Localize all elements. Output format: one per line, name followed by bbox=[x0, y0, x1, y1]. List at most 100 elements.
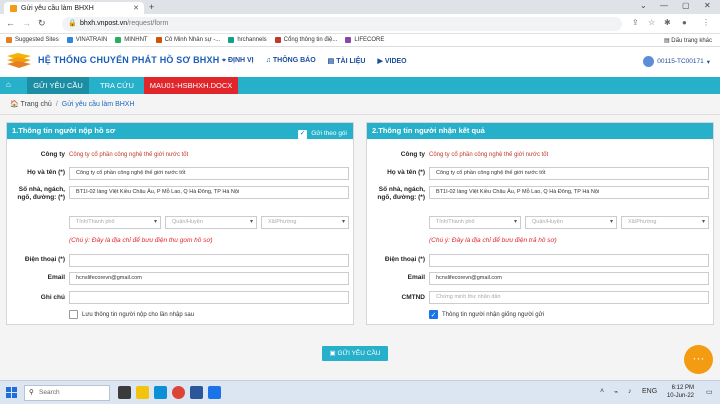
submit-request-button[interactable]: ▣ GỬI YÊU CẦU bbox=[322, 346, 388, 361]
company-value: Công ty cổ phần công nghệ thế giới nước … bbox=[429, 152, 549, 158]
province-select[interactable]: Tỉnh/Thành phố ▾ bbox=[69, 216, 161, 229]
windows-start-icon[interactable] bbox=[6, 387, 17, 398]
group-send-checkbox[interactable]: ✓ bbox=[298, 129, 308, 139]
email-field[interactable]: hcnslifecorevn@gmail.com bbox=[69, 272, 349, 285]
address-field[interactable]: BT1I-02 làng Việt Kiều Châu Âu, P Mỗ Lao… bbox=[69, 186, 349, 199]
province-placeholder: Tỉnh/Thành phố bbox=[76, 219, 115, 225]
email-field[interactable]: hcnslifecorevn@gmail.com bbox=[429, 272, 709, 285]
nav-notifications[interactable]: ♫ THÔNG BÁO bbox=[266, 57, 316, 65]
forward-icon[interactable]: → bbox=[22, 18, 31, 28]
back-icon[interactable]: ← bbox=[6, 18, 15, 28]
vnpost-logo-icon bbox=[7, 53, 31, 68]
word-icon[interactable] bbox=[190, 386, 203, 399]
ward-select[interactable]: Xã/Phường ▾ bbox=[261, 216, 349, 229]
bookmark-item[interactable]: hrchannels bbox=[228, 37, 267, 43]
file-explorer-icon[interactable] bbox=[136, 386, 149, 399]
address-bar-row: ← → ↻ 🔒 bhxh.vnpost.vn/request/form ⇪ ☆ … bbox=[0, 14, 720, 34]
tab-lookup[interactable]: TRA CỨU bbox=[91, 77, 143, 94]
bookmark-item[interactable]: VINATRAIN bbox=[66, 37, 108, 43]
same-as-sender-checkbox[interactable]: ✓ bbox=[429, 310, 438, 319]
bookmark-icon bbox=[228, 37, 235, 43]
email-label: Email bbox=[407, 274, 425, 281]
chat-icon[interactable]: ··· bbox=[684, 345, 713, 374]
tab-search-icon[interactable]: ⌄ bbox=[640, 1, 647, 10]
map-pin-icon: ⌖ bbox=[222, 57, 226, 64]
breadcrumb-home-label: Trang chủ bbox=[20, 101, 52, 108]
district-select[interactable]: Quận/Huyện ▾ bbox=[525, 216, 617, 229]
tab-send-request[interactable]: GỬI YÊU CẦU bbox=[27, 77, 89, 94]
group-send-toggle[interactable]: ✓ Gửi theo gói bbox=[298, 126, 347, 142]
save-info-checkbox[interactable] bbox=[69, 310, 78, 319]
id-number-field[interactable]: Chứng minh thư nhân dân bbox=[429, 291, 709, 304]
name-field[interactable]: Công ty cổ phần công nghệ thế giới nước … bbox=[429, 167, 709, 180]
network-icon[interactable]: ⌁ bbox=[614, 388, 618, 396]
user-menu[interactable]: 00115-TC00171 ▾ bbox=[643, 56, 710, 67]
volume-icon[interactable]: ♪ bbox=[628, 388, 632, 395]
chrome-icon[interactable] bbox=[172, 386, 185, 399]
province-placeholder: Tỉnh/Thành phố bbox=[436, 219, 475, 225]
clock-time: 6:12 PM bbox=[671, 385, 694, 391]
submit-label: GỬI YÊU CẦU bbox=[337, 350, 381, 357]
same-as-sender-toggle[interactable]: ✓ Thông tin người nhận giống người gửi bbox=[429, 310, 544, 319]
name-field[interactable]: Công ty cổ phần công nghệ thế giới nước … bbox=[69, 167, 349, 180]
zalo-icon[interactable] bbox=[208, 386, 221, 399]
bookmark-item[interactable]: LIFECORE bbox=[345, 37, 384, 43]
bookmark-item[interactable]: MINHNT bbox=[115, 37, 148, 43]
memo-field[interactable] bbox=[69, 291, 349, 304]
browser-tab[interactable]: Gửi yêu cầu làm BHXH ✕ bbox=[4, 2, 144, 14]
nav-label: TÀI LIỆU bbox=[336, 58, 366, 65]
share-icon[interactable]: ⇪ bbox=[632, 18, 639, 27]
phone-field[interactable] bbox=[69, 254, 349, 267]
profile-icon[interactable]: ● bbox=[682, 18, 687, 27]
close-window-icon[interactable]: ✕ bbox=[704, 1, 711, 10]
top-nav: ⌖ ĐỊNH VỊ ♫ THÔNG BÁO ▤ TÀI LIỆU ▶ VIDEO bbox=[222, 57, 407, 65]
edge-icon[interactable] bbox=[154, 386, 167, 399]
nav-video[interactable]: ▶ VIDEO bbox=[377, 57, 406, 65]
company-label: Công ty bbox=[400, 151, 425, 158]
bookmarks-bar: Suggested Sites VINATRAIN MINHNT Cô Minh… bbox=[0, 34, 720, 47]
menu-kebab-icon[interactable]: ⋮ bbox=[702, 18, 710, 27]
minimize-icon[interactable]: — bbox=[660, 1, 668, 10]
reload-icon[interactable]: ↻ bbox=[38, 18, 46, 29]
bookmark-item[interactable]: Cô Minh Nhân sự -... bbox=[155, 37, 220, 43]
bookmark-item[interactable]: Suggested Sites bbox=[6, 37, 59, 43]
nav-label: ĐỊNH VỊ bbox=[227, 57, 254, 64]
bookmark-label: Cổng thông tin điệ... bbox=[283, 37, 338, 43]
language-icon[interactable]: ENG bbox=[642, 388, 657, 395]
bookmark-label: Suggested Sites bbox=[15, 37, 59, 43]
close-tab-icon[interactable]: ✕ bbox=[133, 4, 139, 12]
bookmark-icon bbox=[155, 37, 162, 43]
save-info-toggle[interactable]: Lưu thông tin người nộp cho lần nhập sau bbox=[69, 310, 194, 319]
bookmark-icon bbox=[6, 37, 12, 43]
ward-placeholder: Xã/Phường bbox=[628, 219, 657, 225]
notification-icon[interactable]: ▭ bbox=[706, 388, 713, 396]
tab-download-form[interactable]: MAU01-HSBHXH.DOCX bbox=[144, 77, 238, 94]
chevron-up-icon[interactable]: ˄ bbox=[600, 388, 604, 395]
bookmark-label: LIFECORE bbox=[354, 37, 385, 43]
other-bookmarks-label: Dấu trang khác bbox=[671, 38, 712, 44]
district-placeholder: Quận/Huyện bbox=[532, 219, 563, 225]
bookmark-icon bbox=[115, 37, 122, 43]
extensions-icon[interactable]: ✱ bbox=[664, 18, 671, 27]
province-select[interactable]: Tỉnh/Thành phố ▾ bbox=[429, 216, 521, 229]
home-icon[interactable]: ⌂ bbox=[6, 80, 20, 91]
ward-select[interactable]: Xã/Phường ▾ bbox=[621, 216, 709, 229]
address-label: Số nhà, ngách, ngõ, đường: (*) bbox=[17, 186, 65, 202]
clock[interactable]: 6:12 PM 10-Jun-22 bbox=[667, 384, 694, 400]
bookmark-item[interactable]: Cổng thông tin điệ... bbox=[274, 37, 338, 43]
other-bookmarks[interactable]: ▤ Dấu trang khác bbox=[664, 37, 712, 44]
phone-field[interactable] bbox=[429, 254, 709, 267]
maximize-icon[interactable]: ▢ bbox=[682, 1, 690, 10]
bookmark-label: VINATRAIN bbox=[75, 37, 108, 43]
address-field[interactable]: BT1I-02 làng Việt Kiều Châu Âu, P Mỗ Lao… bbox=[429, 186, 709, 199]
new-tab-icon[interactable]: + bbox=[149, 2, 154, 12]
breadcrumb-home[interactable]: 🏠 Trang chủ bbox=[10, 101, 52, 108]
task-view-icon[interactable] bbox=[118, 386, 131, 399]
bookmark-star-icon[interactable]: ☆ bbox=[648, 18, 655, 27]
nav-documents[interactable]: ▤ TÀI LIỆU bbox=[328, 57, 366, 65]
taskbar-search[interactable]: ⚲ Search bbox=[24, 385, 110, 401]
district-select[interactable]: Quận/Huyện ▾ bbox=[165, 216, 257, 229]
nav-locate[interactable]: ⌖ ĐỊNH VỊ bbox=[222, 57, 254, 65]
url-field[interactable]: 🔒 bhxh.vnpost.vn/request/form bbox=[62, 17, 622, 31]
save-info-label: Lưu thông tin người nộp cho lần nhập sau bbox=[82, 311, 195, 318]
